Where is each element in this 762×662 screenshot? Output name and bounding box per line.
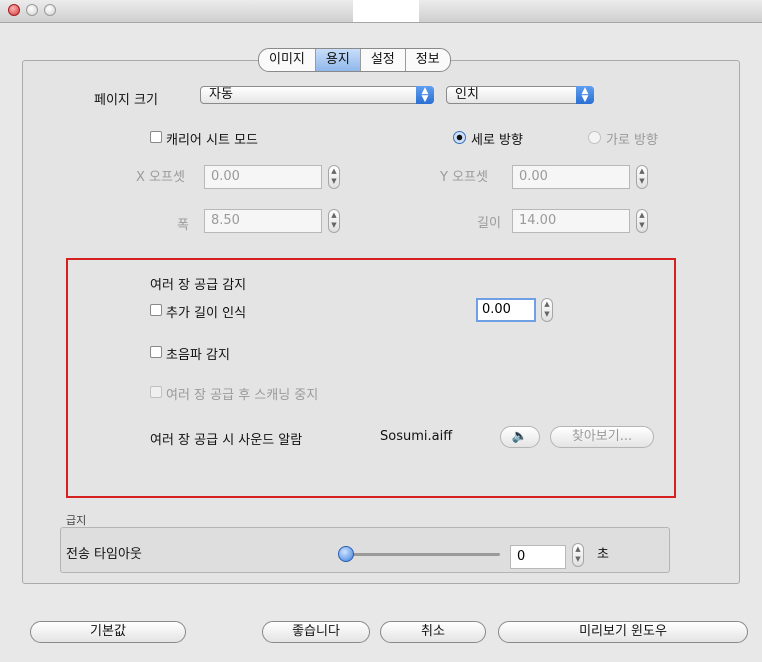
page-size-value: 자동 xyxy=(209,87,233,102)
extra-length-label: 추가 길이 인식 xyxy=(166,306,247,321)
tab-paper[interactable]: 용지 xyxy=(315,49,361,71)
sound-alarm-label: 여러 장 공급 시 사운드 알람 xyxy=(150,433,303,448)
cancel-button[interactable]: 취소 xyxy=(380,621,486,643)
title-bar xyxy=(0,0,762,23)
timeout-label: 전송 타임아웃 xyxy=(66,547,142,562)
window-title-area xyxy=(353,0,419,22)
tab-image[interactable]: 이미지 xyxy=(259,49,316,71)
window: 이미지 용지 설정 정보 페이지 크기 자동 ▲ ▼ 인치 ▲ ▼ 캐리어 시트 모… xyxy=(0,0,762,662)
x-offset-stepper[interactable]: ▲ ▼ xyxy=(328,165,340,189)
multifeed-highlight-box xyxy=(66,258,676,498)
portrait-radio[interactable] xyxy=(453,131,466,144)
ok-button[interactable]: 좋습니다 xyxy=(262,621,370,643)
y-offset-field[interactable]: 0.00 xyxy=(512,165,630,189)
chevron-updown-icon: ▲ ▼ xyxy=(576,86,594,104)
zoom-window-button[interactable] xyxy=(44,4,56,16)
ultrasonic-checkbox[interactable] xyxy=(150,346,162,358)
page-size-label: 페이지 크기 xyxy=(94,93,158,108)
x-offset-label: X 오프셋 xyxy=(136,170,185,185)
landscape-radio[interactable] xyxy=(588,131,601,144)
page-size-select[interactable]: 자동 ▲ ▼ xyxy=(200,86,434,104)
unit-select[interactable]: 인치 ▲ ▼ xyxy=(446,86,594,104)
length-field[interactable]: 14.00 xyxy=(512,209,630,233)
timeout-slider-track[interactable] xyxy=(340,553,500,556)
x-offset-field[interactable]: 0.00 xyxy=(204,165,322,189)
y-offset-label: Y 오프셋 xyxy=(440,170,488,185)
browse-button[interactable]: 찾아보기... xyxy=(550,426,654,448)
stop-scan-label: 여러 장 공급 후 스캐닝 중지 xyxy=(166,388,319,403)
carrier-sheet-checkbox[interactable] xyxy=(150,131,162,143)
extra-length-stepper[interactable]: ▲ ▼ xyxy=(541,298,553,322)
minimize-window-button[interactable] xyxy=(26,4,38,16)
chevron-updown-icon: ▲ ▼ xyxy=(416,86,434,104)
timeout-slider-knob[interactable] xyxy=(338,546,354,562)
feed-group-label: 급지 xyxy=(66,514,87,527)
timeout-field[interactable]: 0 xyxy=(510,545,566,569)
width-field[interactable]: 8.50 xyxy=(204,209,322,233)
close-window-button[interactable] xyxy=(8,4,20,16)
sound-file-name: Sosumi.aiff xyxy=(380,429,453,444)
carrier-sheet-label: 캐리어 시트 모드 xyxy=(166,133,258,148)
width-stepper[interactable]: ▲ ▼ xyxy=(328,209,340,233)
tab-bar: 이미지 용지 설정 정보 xyxy=(258,48,451,72)
multifeed-title: 여러 장 공급 감지 xyxy=(150,278,247,293)
width-label: 폭 xyxy=(177,218,189,233)
default-button[interactable]: 기본값 xyxy=(30,621,186,643)
play-sound-button[interactable]: 🔈 xyxy=(500,426,540,448)
length-label: 길이 xyxy=(477,216,501,231)
length-stepper[interactable]: ▲ ▼ xyxy=(636,209,648,233)
stop-scan-checkbox[interactable] xyxy=(150,386,162,398)
preview-window-button[interactable]: 미리보기 윈도우 xyxy=(498,621,748,643)
extra-length-field[interactable]: 0.00 xyxy=(476,298,536,322)
speaker-icon: 🔈 xyxy=(511,429,529,444)
timeout-unit: 초 xyxy=(597,547,609,562)
timeout-stepper[interactable]: ▲ ▼ xyxy=(572,543,584,567)
landscape-label: 가로 방향 xyxy=(606,133,658,148)
tab-info[interactable]: 정보 xyxy=(406,49,450,71)
extra-length-checkbox[interactable] xyxy=(150,304,162,316)
unit-value: 인치 xyxy=(455,87,479,102)
portrait-label: 세로 방향 xyxy=(471,133,523,148)
tab-settings[interactable]: 설정 xyxy=(361,49,406,71)
ultrasonic-label: 초음파 감지 xyxy=(166,348,230,363)
y-offset-stepper[interactable]: ▲ ▼ xyxy=(636,165,648,189)
